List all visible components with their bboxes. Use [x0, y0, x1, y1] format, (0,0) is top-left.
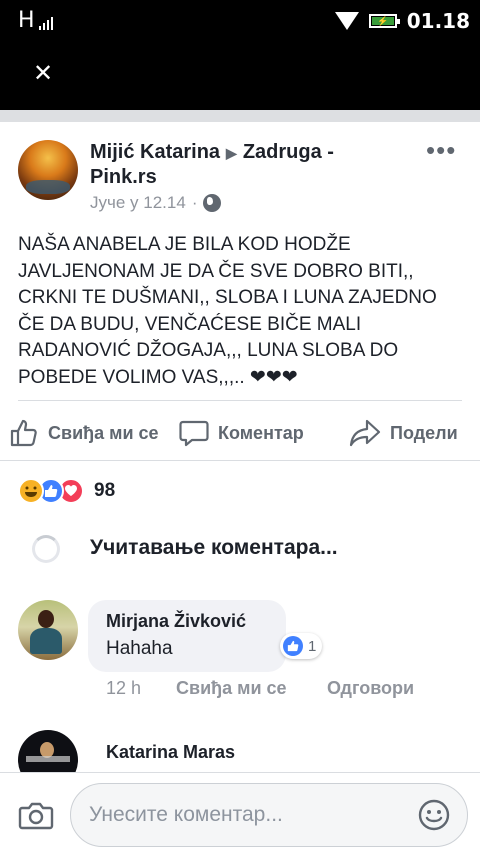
clock: 01.18 — [406, 9, 470, 33]
comment-meta: 12 h Свиђа ми се Одговори — [106, 678, 414, 699]
comment-input[interactable] — [89, 784, 409, 846]
post-meta: Јуче у 12.14 · — [90, 193, 222, 213]
reactions-summary[interactable]: 98 — [18, 478, 115, 504]
post-body: NAŠA ANABELA JE BILA KOD HODŽE JAVLJENON… — [18, 234, 437, 388]
share-icon — [349, 419, 381, 447]
battery-charging-icon: ⚡ — [368, 14, 400, 28]
status-bar: H ⚡ 01.18 — [0, 0, 480, 40]
camera-icon[interactable] — [18, 797, 54, 833]
comment-time: 12 h — [106, 678, 142, 698]
post-title: Mijić Katarina ▶ Zadruga - Pink.rs — [90, 140, 380, 189]
comment-reactions-count: 1 — [308, 637, 317, 655]
signal-icon — [38, 16, 53, 30]
divider — [0, 110, 480, 122]
like-reaction-icon — [283, 636, 303, 656]
comment-reply-button[interactable]: Одговори — [327, 678, 414, 699]
emoji-icon[interactable] — [417, 798, 451, 832]
share-label: Подели — [390, 422, 458, 443]
comment-icon — [179, 420, 209, 447]
comment-bubble[interactable]: Mirjana Živković Hahaha — [88, 600, 286, 672]
wifi-icon — [334, 12, 359, 30]
comment-composer — [0, 772, 480, 854]
comment-label: Коментар — [218, 422, 304, 443]
loading-spinner-icon — [32, 535, 60, 563]
comment-button[interactable]: Коментар — [178, 417, 304, 449]
commenter-avatar[interactable] — [18, 600, 78, 660]
close-icon[interactable]: ✕ — [32, 62, 54, 86]
arrow-right-icon: ▶ — [226, 145, 237, 161]
top-bar: ✕ — [0, 40, 480, 110]
comment-input-wrapper — [70, 783, 468, 847]
network-indicator: H — [18, 8, 53, 33]
post-timestamp[interactable]: Јуче у 12.14 — [90, 193, 186, 213]
comment-reactions[interactable]: 1 — [280, 633, 323, 659]
loading-comments-text: Учитавање коментара... — [90, 536, 338, 559]
action-bar: Свиђа ми се Коментар Подели — [0, 408, 480, 458]
more-options-icon[interactable]: ••• — [426, 137, 456, 163]
commenter-name[interactable]: Katarina Maras — [106, 742, 235, 763]
author-name[interactable]: Mijić Katarina — [90, 141, 220, 163]
haha-reaction-icon — [18, 478, 44, 504]
like-button[interactable]: Свиђа ми се — [8, 417, 159, 449]
divider — [18, 400, 462, 401]
reactions-count: 98 — [94, 480, 116, 501]
author-avatar[interactable] — [18, 140, 78, 200]
like-label: Свиђа ми се — [48, 422, 159, 443]
commenter-name[interactable]: Mirjana Živković — [106, 610, 268, 632]
share-button[interactable]: Подели — [348, 417, 458, 449]
globe-icon — [203, 194, 222, 212]
divider — [0, 460, 480, 461]
comment-like-button[interactable]: Свиђа ми се — [176, 678, 327, 699]
thumbs-up-icon — [10, 419, 37, 447]
comment-text: Hahaha — [106, 638, 173, 659]
network-type: H — [18, 8, 35, 33]
